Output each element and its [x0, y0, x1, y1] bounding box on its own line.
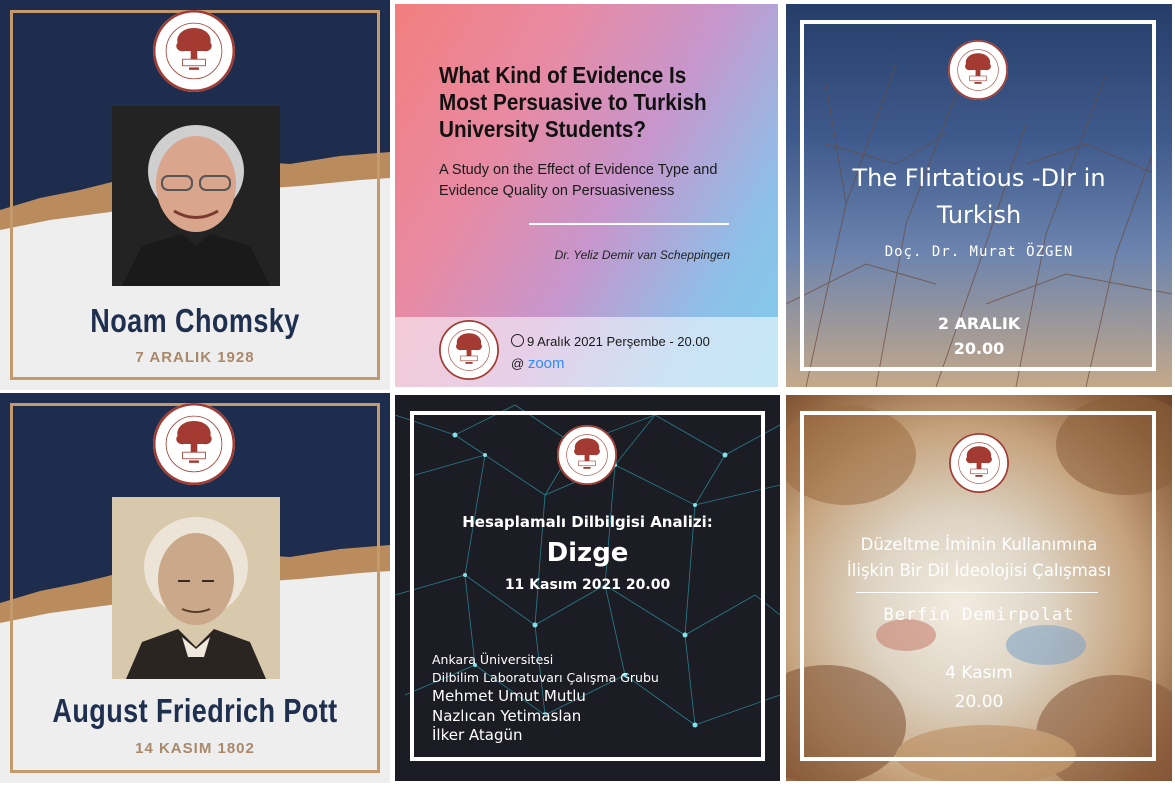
presenter-name: Mehmet Umut Mutlu	[432, 687, 586, 705]
tile-noam-chomsky[interactable]: Noam Chomsky 7 ARALIK 1928	[0, 0, 390, 390]
speaker-name: Doç. Dr. Murat ÖZGEN	[884, 244, 1074, 260]
university-logo	[557, 425, 617, 485]
event-datetime: 9 Aralık 2021 Perşembe - 20.00	[511, 334, 710, 349]
talk-title-line-1: The Flirtatious -DIr in	[852, 164, 1106, 192]
birth-date: 7 ARALIK 1928	[135, 349, 255, 366]
organizer-group: Dilbilim Laboratuvarı Çalışma Grubu	[432, 670, 659, 685]
event-date: 4 Kasım	[945, 663, 1013, 683]
tile-august-friedrich-pott[interactable]: August Friedrich Pott 14 KASIM 1802	[0, 393, 390, 783]
talk-title: What Kind of Evidence Is Most Persuasive…	[439, 62, 707, 142]
talk-subtitle: A Study on the Effect of Evidence Type a…	[439, 162, 718, 199]
zoom-logo: zoom	[527, 355, 565, 372]
person-name: August Friedrich Pott	[52, 692, 338, 729]
person-name: Noam Chomsky	[90, 302, 300, 339]
portrait-photo-pott	[112, 497, 280, 679]
university-logo	[949, 433, 1009, 493]
tile-flirtatious-dir[interactable]: The Flirtatious -DIr in Turkish Doç. Dr.…	[786, 4, 1172, 387]
organizer-institution: Ankara Üniversitesi	[432, 652, 554, 667]
clock-icon	[511, 334, 524, 347]
university-logo	[153, 10, 235, 92]
event-time: 20.00	[954, 692, 1004, 712]
portrait-photo-chomsky	[112, 106, 280, 286]
speaker-name: Berfin Demirpolat	[883, 605, 1075, 625]
divider	[856, 592, 1098, 593]
tile-evidence-talk[interactable]: What Kind of Evidence Is Most Persuasive…	[395, 4, 778, 387]
university-logo	[948, 40, 1008, 100]
university-logo	[153, 403, 235, 485]
event-venue: @ zoom	[511, 355, 565, 372]
tile-duzeltme-imi[interactable]: Düzeltme İminin Kullanımına İlişkin Bir …	[786, 395, 1172, 781]
talk-title: Dizge	[546, 538, 629, 568]
talk-title-line-2: Turkish	[936, 201, 1022, 229]
event-time: 20.00	[953, 339, 1005, 358]
talk-title-line-1: Düzeltme İminin Kullanımına	[860, 535, 1098, 554]
tile-dizge[interactable]: Hesaplamalı Dilbilgisi Analizi: Dizge 11…	[395, 395, 780, 781]
event-date: 2 ARALIK	[937, 314, 1021, 333]
presenter-name: İlker Atagün	[432, 726, 523, 744]
birth-date: 14 KASIM 1802	[135, 740, 255, 757]
speaker-name: Dr. Yeliz Demir van Scheppingen	[554, 248, 730, 262]
event-datetime: 11 Kasım 2021 20.00	[504, 577, 671, 593]
talk-title-line-2: İlişkin Bir Dil İdeolojisi Çalışması	[846, 561, 1112, 580]
presenter-name: Nazlıcan Yetimaslan	[432, 707, 582, 725]
talk-heading: Hesaplamalı Dilbilgisi Analizi:	[462, 513, 713, 531]
divider	[529, 223, 729, 225]
university-logo	[439, 320, 499, 380]
